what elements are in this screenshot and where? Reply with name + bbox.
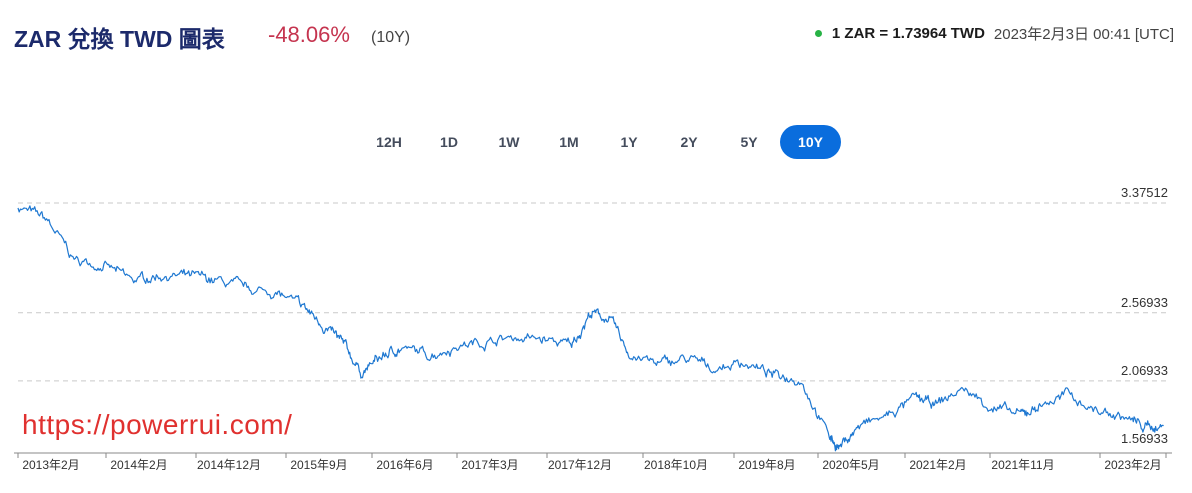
y-tick-label: 3.37512 [1121,185,1168,200]
x-tick-label: 2019年8月 [738,458,795,472]
x-tick-label: 2021年11月 [991,458,1054,472]
x-tick-label: 2023年2月 [1104,458,1161,472]
x-tick-label: 2015年9月 [290,458,347,472]
x-tick-label: 2017年3月 [461,458,518,472]
x-tick-label: 2014年12月 [197,458,261,472]
x-tick-label: 2018年10月 [644,458,708,472]
y-tick-label: 1.56933 [1121,431,1168,446]
x-tick-label: 2017年12月 [548,458,612,472]
y-tick-label: 2.56933 [1121,295,1168,310]
x-tick-label: 2016年6月 [376,458,433,472]
watermark: https://powerrui.com/ [22,409,293,440]
x-tick-label: 2014年2月 [110,458,167,472]
x-tick-label: 2020年5月 [822,458,879,472]
x-tick-label: 2021年2月 [909,458,966,472]
y-tick-label: 2.06933 [1121,363,1168,378]
x-tick-label: 2013年2月 [22,458,79,472]
